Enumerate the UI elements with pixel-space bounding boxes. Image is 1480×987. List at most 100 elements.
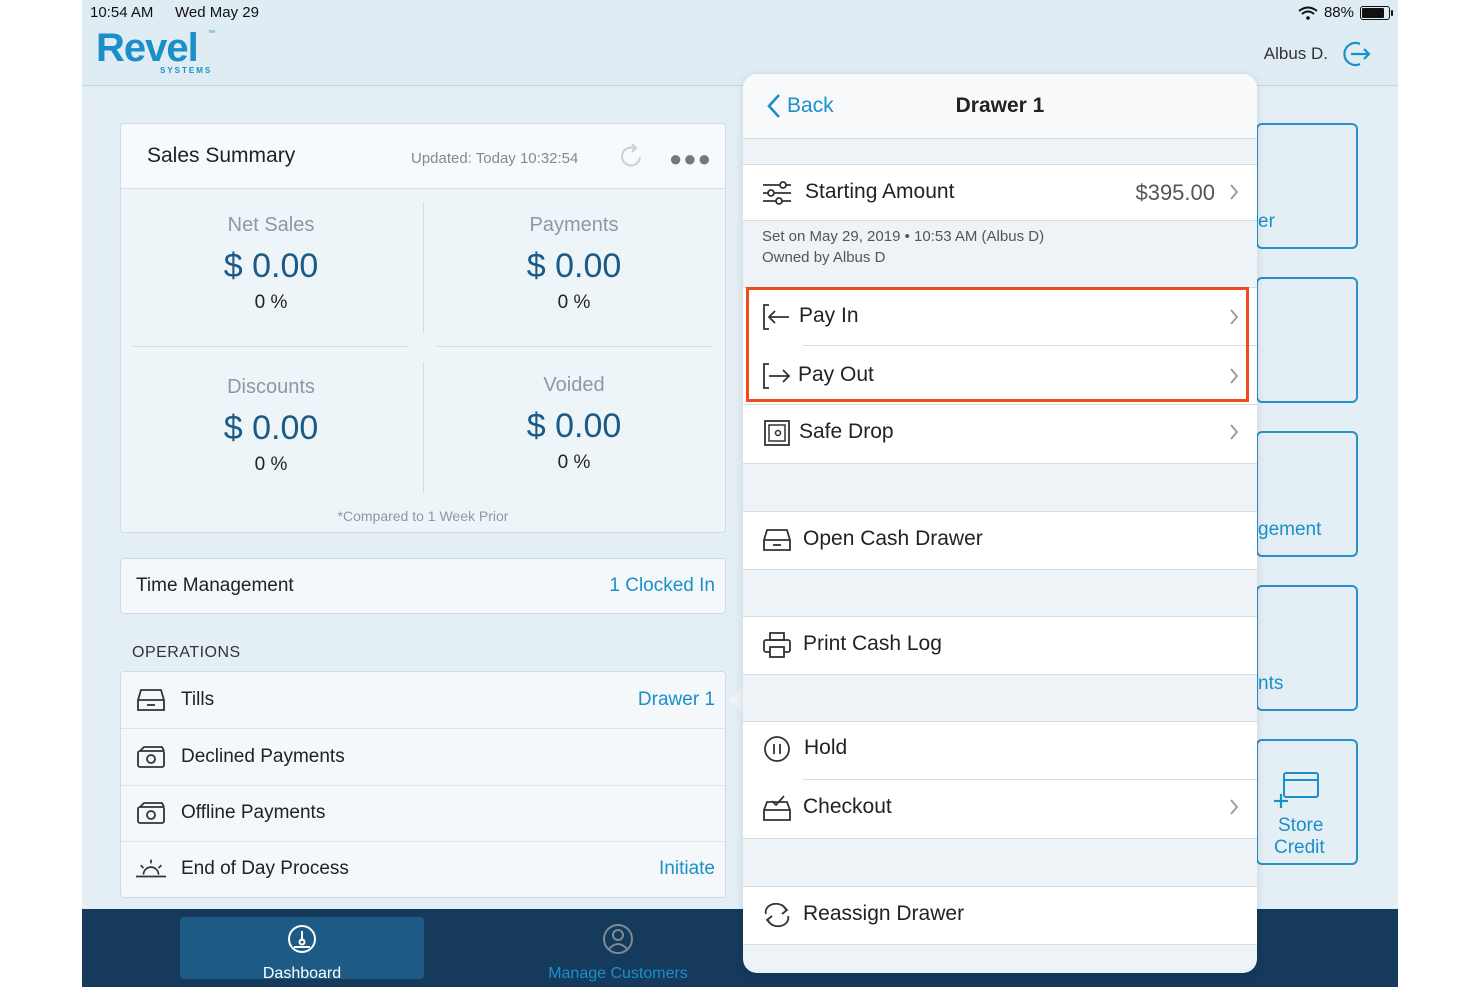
time-management-label: Time Management	[136, 575, 294, 596]
tile-label: er	[1258, 211, 1275, 232]
back-button[interactable]: Back	[767, 93, 834, 119]
operation-label: Offline Payments	[181, 802, 326, 823]
chevron-right-icon	[1230, 799, 1239, 815]
open-cash-drawer-row[interactable]: Open Cash Drawer	[743, 511, 1257, 570]
logo-trademark: ™	[208, 30, 215, 37]
more-options-icon[interactable]: ●●●	[669, 146, 712, 172]
row-label: Starting Amount	[805, 180, 955, 203]
operations-list: Tills Drawer 1 Declined Payments Offline…	[120, 671, 726, 898]
hold-row[interactable]: Hold	[743, 721, 1257, 780]
compare-note: *Compared to 1 Week Prior	[337, 508, 509, 524]
dashboard-icon	[288, 925, 316, 953]
print-cash-log-row[interactable]: Print Cash Log	[743, 616, 1257, 675]
pay-in-out-highlight	[746, 287, 1249, 402]
row-label: Reassign Drawer	[803, 902, 965, 925]
popover-header: Drawer 1 Back	[743, 74, 1257, 139]
logout-icon[interactable]	[1340, 38, 1372, 70]
sales-summary-title: Sales Summary	[147, 144, 296, 167]
metric-percent: 0 %	[254, 454, 288, 475]
metric-payments: Payments $ 0.00 0 %	[424, 214, 724, 314]
operation-end-of-day[interactable]: End of Day Process Initiate	[121, 841, 725, 897]
operation-tills[interactable]: Tills Drawer 1	[121, 672, 725, 729]
status-date: Wed May 29	[175, 4, 259, 21]
metric-value: $ 0.00	[223, 409, 319, 447]
metric-label: Net Sales	[227, 214, 315, 236]
metric-value: $ 0.00	[526, 247, 622, 285]
wifi-icon	[1298, 6, 1318, 20]
operation-offline-payments[interactable]: Offline Payments	[121, 785, 725, 842]
operation-label: End of Day Process	[181, 858, 349, 879]
operation-declined-payments[interactable]: Declined Payments	[121, 729, 725, 786]
battery-percent: 88%	[1323, 4, 1354, 21]
printer-icon	[763, 632, 791, 658]
user-menu[interactable]: Albus D.	[1264, 38, 1372, 70]
status-bar: 10:54 AM Wed May 29 88%	[90, 4, 1393, 24]
metric-label: Voided	[543, 374, 605, 396]
drawer-icon	[137, 689, 165, 711]
reassign-icon	[764, 902, 790, 928]
row-label: Hold	[804, 736, 848, 759]
starting-amount-value: $395.00	[1135, 180, 1215, 205]
store-credit-icon	[1274, 772, 1319, 808]
metric-divider	[437, 346, 713, 347]
store-credit-tile[interactable]: Store Credit	[1256, 739, 1358, 865]
tile-label: gement	[1258, 519, 1322, 540]
metric-value: $ 0.00	[526, 407, 622, 445]
set-on-info: Set on May 29, 2019 • 10:53 AM (Albus D)	[762, 228, 1045, 245]
metric-divider	[423, 202, 424, 332]
refresh-icon[interactable]	[619, 142, 645, 170]
operation-label: Declined Payments	[181, 746, 345, 767]
row-label: Print Cash Log	[803, 632, 942, 655]
pause-icon	[764, 736, 790, 762]
metric-percent: 0 %	[254, 292, 288, 313]
metric-value: $ 0.00	[223, 247, 319, 285]
right-tile-1[interactable]: er	[1256, 123, 1358, 249]
metric-percent: 0 %	[557, 452, 591, 473]
starting-amount-row[interactable]: Starting Amount $395.00	[743, 164, 1257, 221]
sliders-icon	[763, 181, 791, 205]
customer-icon	[603, 924, 633, 954]
row-label: Checkout	[803, 795, 892, 818]
clocked-in-link[interactable]: 1 Clocked In	[609, 575, 715, 597]
sunset-icon	[135, 859, 167, 878]
safe-drop-row[interactable]: Safe Drop	[743, 405, 1257, 464]
metric-percent: 0 %	[557, 292, 591, 313]
metric-divider	[423, 362, 424, 492]
chevron-left-icon	[767, 94, 780, 118]
right-tile-3[interactable]: gement	[1256, 431, 1358, 557]
chevron-right-icon	[1230, 184, 1239, 200]
sales-updated-time: Updated: Today 10:32:54	[411, 150, 579, 167]
operations-heading: OPERATIONS	[132, 644, 241, 661]
tile-label: Credit	[1274, 837, 1325, 858]
back-label: Back	[787, 94, 834, 117]
drawer-icon	[763, 529, 791, 551]
tab-manage-customers[interactable]: Manage Customers	[496, 917, 740, 982]
reassign-drawer-row[interactable]: Reassign Drawer	[743, 886, 1257, 945]
operation-value[interactable]: Initiate	[659, 858, 715, 880]
cash-icon	[137, 746, 165, 768]
logo-subtitle: SYSTEMS	[160, 66, 213, 75]
tab-label: Dashboard	[262, 965, 342, 982]
row-label: Open Cash Drawer	[803, 527, 983, 550]
checkout-drawer-icon	[763, 795, 791, 821]
sales-summary-card: Sales Summary Updated: Today 10:32:54 ●●…	[120, 123, 726, 533]
metric-divider	[133, 346, 409, 347]
metric-voided: Voided $ 0.00 0 %	[424, 374, 724, 474]
owned-by-info: Owned by Albus D	[762, 249, 886, 266]
revel-logo: Revel	[96, 26, 199, 70]
safe-icon	[764, 420, 790, 446]
popover-arrow	[728, 686, 744, 714]
tab-label: Manage Customers	[548, 965, 688, 982]
tile-label: nts	[1258, 673, 1284, 694]
metric-label: Payments	[529, 214, 619, 236]
checkout-row[interactable]: Checkout	[743, 780, 1257, 839]
cash-icon	[137, 802, 165, 824]
user-name: Albus D.	[1263, 44, 1328, 63]
tab-dashboard[interactable]: Dashboard	[180, 917, 424, 982]
metric-net-sales: Net Sales $ 0.00 0 %	[121, 214, 421, 314]
time-management-row[interactable]: Time Management 1 Clocked In	[120, 558, 726, 614]
right-tile-4[interactable]: nts	[1256, 585, 1358, 711]
chevron-right-icon	[1230, 424, 1239, 440]
operation-value[interactable]: Drawer 1	[638, 689, 715, 711]
right-tile-2[interactable]	[1256, 277, 1358, 403]
